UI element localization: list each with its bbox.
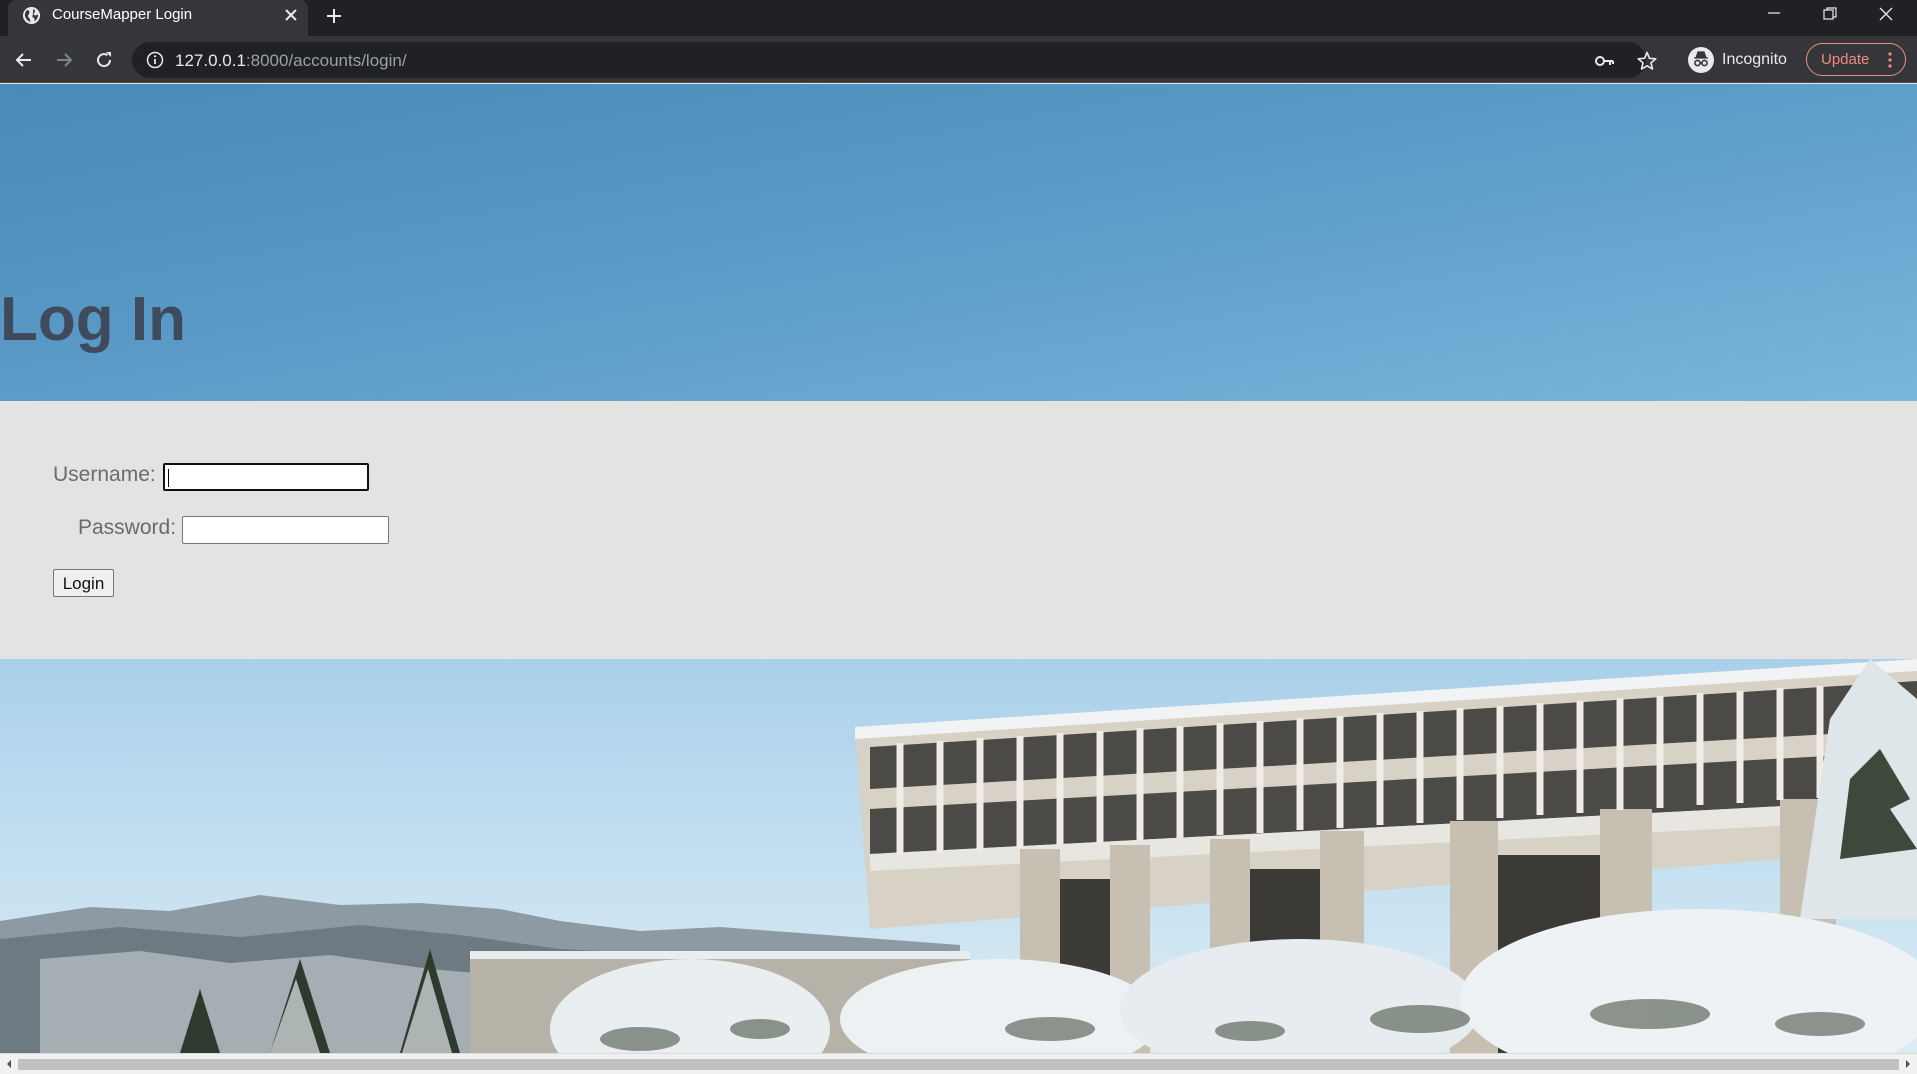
login-form: Username: Password: Login xyxy=(0,401,1917,659)
new-tab-icon[interactable] xyxy=(322,4,346,28)
update-label: Update xyxy=(1821,51,1870,68)
login-button[interactable]: Login xyxy=(53,569,114,597)
text-caret xyxy=(168,469,169,487)
kebab-menu-icon xyxy=(1888,52,1892,68)
url-text[interactable]: 127.0.0.1:8000/accounts/login/ xyxy=(175,51,407,71)
profile-button[interactable]: Incognito xyxy=(1684,44,1794,76)
scroll-left-icon[interactable] xyxy=(3,1058,15,1070)
browser-toolbar: 127.0.0.1:8000/accounts/login/ Incognito… xyxy=(0,36,1917,83)
page-title: Log In xyxy=(0,285,186,354)
username-input[interactable] xyxy=(163,463,369,491)
back-button[interactable] xyxy=(10,46,38,74)
scroll-right-icon[interactable] xyxy=(1902,1058,1914,1070)
arrow-left-icon xyxy=(15,53,31,67)
forward-button[interactable] xyxy=(50,46,78,74)
username-label: Username: xyxy=(53,463,156,486)
scrollbar-thumb[interactable] xyxy=(18,1059,1899,1070)
address-bar[interactable]: 127.0.0.1:8000/accounts/login/ xyxy=(132,42,1657,78)
password-label: Password: xyxy=(78,516,177,539)
url-path: :8000/accounts/login/ xyxy=(245,51,407,70)
star-icon[interactable] xyxy=(1636,50,1658,72)
arrow-right-icon xyxy=(57,53,73,67)
update-button[interactable]: Update xyxy=(1806,43,1906,76)
close-icon xyxy=(1879,7,1893,21)
close-window-button[interactable] xyxy=(1858,0,1914,30)
close-tab-icon[interactable] xyxy=(280,4,302,26)
tab-strip: CourseMapper Login xyxy=(0,0,1917,36)
minimize-icon xyxy=(1768,12,1780,14)
hero-banner: Log In xyxy=(0,84,1917,401)
globe-icon xyxy=(22,6,41,25)
reload-button[interactable] xyxy=(90,46,118,74)
minimize-button[interactable] xyxy=(1746,0,1802,30)
horizontal-scrollbar[interactable] xyxy=(0,1053,1917,1074)
campus-photo xyxy=(0,659,1917,1053)
incognito-icon xyxy=(1688,47,1714,73)
restore-button[interactable] xyxy=(1802,0,1858,30)
reload-icon xyxy=(97,52,112,68)
info-icon[interactable] xyxy=(146,51,164,69)
profile-label: Incognito xyxy=(1722,51,1787,68)
url-host: 127.0.0.1 xyxy=(175,51,246,70)
key-icon[interactable] xyxy=(1594,50,1616,72)
password-input[interactable] xyxy=(182,516,389,544)
tab-title: CourseMapper Login xyxy=(52,6,193,23)
restore-icon xyxy=(1823,7,1837,20)
browser-tab[interactable]: CourseMapper Login xyxy=(8,0,308,36)
campus-building-illustration xyxy=(0,659,1917,1053)
